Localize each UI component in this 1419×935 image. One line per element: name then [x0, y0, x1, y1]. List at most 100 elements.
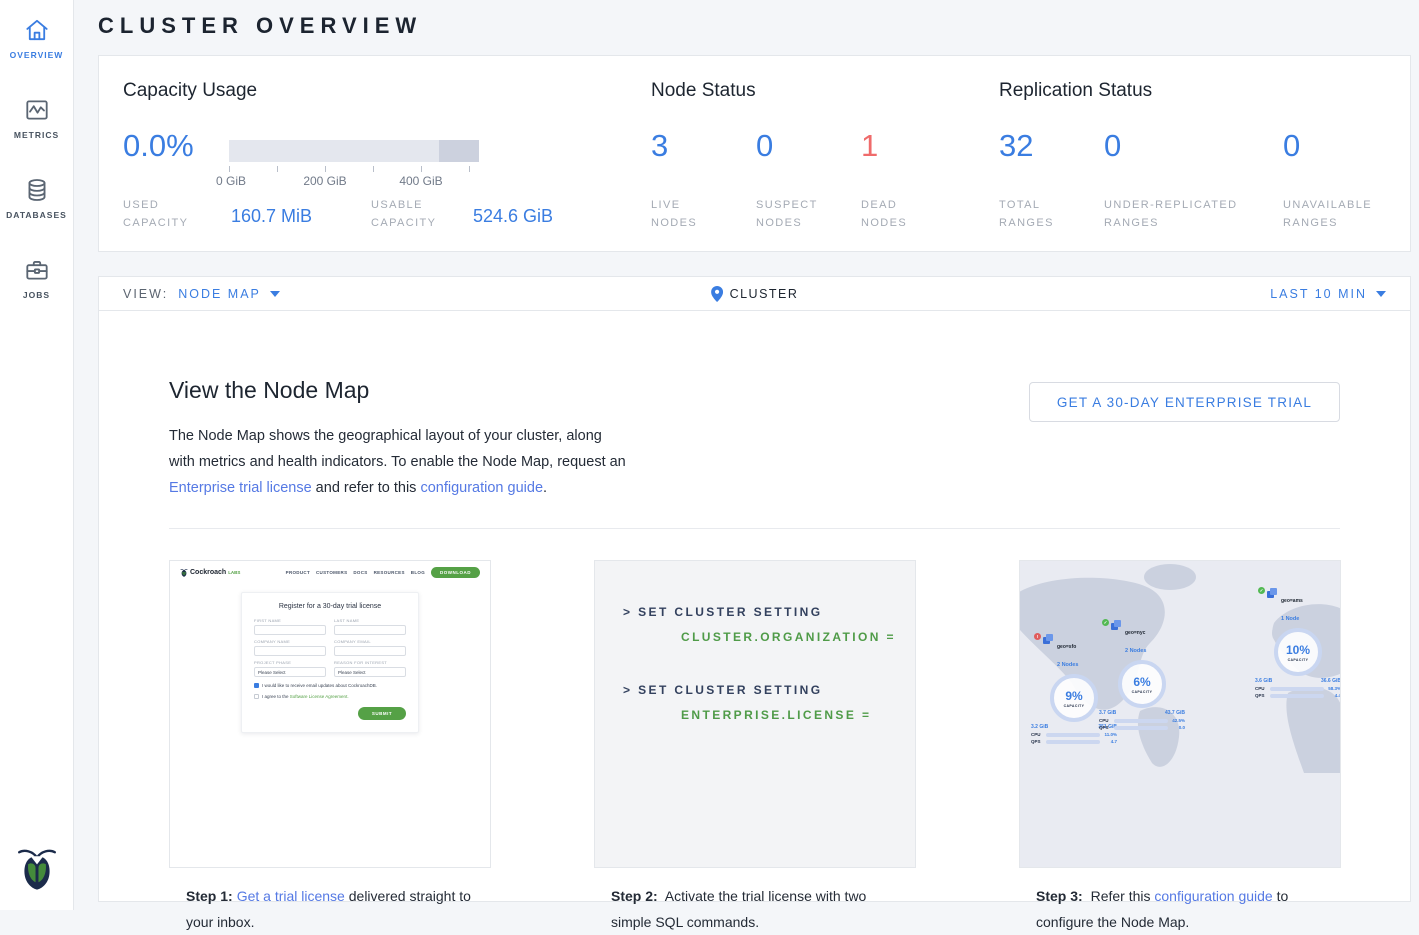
axis-tick-label: 0 GiB: [216, 174, 246, 188]
node-cube-icon: [1267, 588, 1278, 599]
enterprise-trial-license-link[interactable]: Enterprise trial license: [169, 480, 312, 496]
total-ranges-value: 32: [999, 128, 1033, 164]
sql-setting-organization: CLUSTER.ORGANIZATION =: [681, 630, 896, 644]
sql-prompt: >: [623, 605, 632, 619]
locality-name: geo=sfo: [1057, 644, 1076, 650]
enterprise-trial-button[interactable]: GET A 30-DAY ENTERPRISE TRIAL: [1029, 382, 1340, 422]
qps-bar: [1046, 740, 1100, 744]
mini-register-form: Register for a 30-day trial license FIRS…: [241, 592, 419, 733]
sidebar-item-label: JOBS: [0, 290, 73, 300]
mini-submit-button: SUBMIT: [358, 707, 406, 720]
time-range-value: LAST 10 MIN: [1270, 287, 1367, 301]
trial-license-site-screenshot: Cockroach LABS PRODUCT CUSTOMERS DOCS RE…: [170, 561, 490, 867]
cluster-overview-page: { "page_title": "CLUSTER OVERVIEW", "col…: [0, 0, 1419, 910]
warning-badge-icon: !: [1034, 633, 1041, 640]
sidebar-item-overview[interactable]: OVERVIEW: [0, 16, 73, 60]
mini-field-company-email: COMPANY EMAIL: [334, 639, 406, 656]
usable-capacity-value: 524.6 GiB: [473, 206, 553, 227]
total-ranges-label: TOTAL RANGES: [999, 196, 1054, 232]
cpu-bar: [1270, 687, 1324, 691]
step3-label: Step 3:: [1036, 888, 1083, 904]
configuration-guide-link[interactable]: configuration guide: [420, 480, 543, 496]
description-text: and refer to this: [312, 480, 421, 496]
view-dropdown[interactable]: NODE MAP: [178, 287, 280, 301]
mini-site-logo-text: Cockroach: [190, 569, 226, 576]
capacity-used: 3.6 GiB: [1255, 678, 1272, 684]
locality-node-count: 1 Node: [1281, 616, 1299, 622]
axis-tick: [229, 166, 230, 172]
capacity-used: 3.2 GiB: [1031, 724, 1048, 730]
axis-tick: [277, 166, 278, 172]
axis-tick: [469, 166, 470, 172]
step1-caption: Step 1:Get a trial license delivered str…: [170, 867, 490, 935]
replication-status-title: Replication Status: [999, 80, 1152, 102]
mini-field-reason: REASON FOR INTEREST Please Select: [334, 660, 406, 677]
under-replicated-ranges-value: 0: [1104, 128, 1121, 164]
capacity-gauge: 9% CAPACITY: [1050, 674, 1098, 722]
unavailable-ranges-label: UNAVAILABLE RANGES: [1283, 196, 1372, 232]
dead-nodes-label: DEAD NODES: [861, 196, 907, 232]
capacity-total: 36.6 GiB: [1321, 678, 1340, 684]
axis-tick: [421, 166, 422, 172]
mini-field-first-name: FIRST NAME: [254, 618, 326, 635]
capacity-bar-reserved-segment: [439, 140, 479, 162]
mini-nav-item: RESOURCES: [374, 570, 405, 575]
node-cube-icon: [1043, 634, 1054, 645]
sql-prompt: >: [623, 683, 632, 697]
checkbox-empty-icon: [254, 694, 259, 699]
mini-input: [334, 646, 406, 656]
chevron-down-icon: [270, 291, 280, 297]
mini-form-title: Register for a 30-day trial license: [254, 603, 406, 610]
ok-badge-icon: ✓: [1102, 619, 1109, 626]
used-capacity-value: 160.7 MiB: [231, 206, 312, 227]
axis-tick-label: 400 GiB: [399, 174, 442, 188]
node-status-title: Node Status: [651, 80, 756, 102]
step2-card: > SET CLUSTER SETTING CLUSTER.ORGANIZATI…: [594, 560, 916, 868]
locality-node-count: 2 Nodes: [1125, 648, 1146, 654]
step1-label: Step 1:: [186, 888, 233, 904]
sidebar-item-label: OVERVIEW: [0, 50, 73, 60]
used-capacity-label: USED CAPACITY: [123, 196, 188, 232]
home-icon: [23, 16, 51, 44]
cockroach-bug-icon: [180, 568, 188, 577]
get-trial-license-link[interactable]: Get a trial license: [237, 888, 345, 904]
capacity-gauge: 6% CAPACITY: [1118, 660, 1166, 708]
capacity-bar-track: [229, 140, 479, 162]
sidebar-item-label: METRICS: [0, 130, 73, 140]
locality-name: geo=nyc: [1125, 630, 1145, 636]
locality-node-count: 2 Nodes: [1057, 662, 1078, 668]
axis-tick: [373, 166, 374, 172]
live-nodes-label: LIVE NODES: [651, 196, 697, 232]
step3-card: ! geo=sfo 2 Nodes 9% CAPACITY 3.2 GiB 35…: [1019, 560, 1341, 868]
time-range-dropdown[interactable]: LAST 10 MIN: [1270, 287, 1386, 301]
cockroachdb-logo: [0, 843, 73, 896]
axis-tick: [325, 166, 326, 172]
sidebar-item-databases[interactable]: DATABASES: [0, 176, 73, 220]
summary-panel: Capacity Usage 0.0% 0 GiB 200 GiB 400 Gi…: [98, 55, 1411, 252]
database-icon: [23, 176, 51, 204]
mini-site-nav: PRODUCT CUSTOMERS DOCS RESOURCES BLOG DO…: [286, 567, 480, 578]
mini-select: Please Select: [254, 667, 326, 677]
sidebar-item-metrics[interactable]: METRICS: [0, 96, 73, 140]
sql-setting-license: ENTERPRISE.LICENSE =: [681, 708, 871, 722]
sidebar-item-jobs[interactable]: JOBS: [0, 256, 73, 300]
mini-nav-item: BLOG: [411, 570, 425, 575]
step2-caption: Step 2: Activate the trial license with …: [595, 867, 915, 935]
mini-input: [254, 625, 326, 635]
under-replicated-ranges-label: UNDER-REPLICATED RANGES: [1104, 196, 1237, 232]
locality-name: geo=ams: [1281, 598, 1303, 604]
axis-tick-label: 200 GiB: [303, 174, 346, 188]
mini-input: [254, 646, 326, 656]
view-dropdown-value: NODE MAP: [178, 287, 261, 301]
capacity-used: 3.7 GiB: [1099, 710, 1116, 716]
cpu-bar: [1114, 719, 1168, 723]
mini-field-company-name: COMPANY NAME: [254, 639, 326, 656]
sql-command: SET CLUSTER SETTING: [638, 683, 822, 697]
node-cube-icon: [1111, 620, 1122, 631]
configuration-guide-link[interactable]: configuration guide: [1154, 888, 1272, 904]
mini-checkbox-agree: I agree to the Software License Agreemen…: [254, 694, 406, 699]
location-pin-icon: [711, 286, 723, 302]
section-heading: View the Node Map: [169, 377, 369, 404]
mini-license-link: Software License Agreement.: [290, 694, 349, 699]
cluster-breadcrumb: CLUSTER: [711, 286, 799, 302]
